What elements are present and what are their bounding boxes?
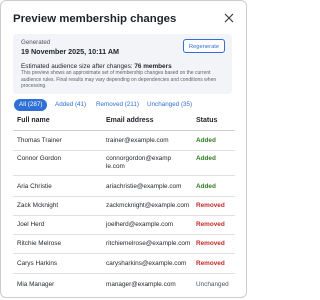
tab-added[interactable]: Added (41) xyxy=(55,99,86,111)
status-badge: Unchanged xyxy=(196,281,229,288)
row-email: carysharkins@example.com xyxy=(106,260,187,267)
close-icon[interactable] xyxy=(223,12,235,24)
table-row[interactable]: Aria Christie ariachristie@example.com A… xyxy=(13,176,235,197)
generated-date: 19 November 2025, 10:11 AM xyxy=(21,47,120,56)
table-row[interactable]: Zack Mcknight zackmcknight@example.com R… xyxy=(13,197,235,216)
tab-removed[interactable]: Removed (211) xyxy=(96,99,139,111)
row-name: Connor Gordon xyxy=(17,155,62,162)
status-badge: Removed xyxy=(196,202,225,209)
status-badge: Added xyxy=(196,183,216,190)
column-full-name: Full name xyxy=(17,117,50,124)
preview-membership-dialog: Preview membership changes Generated 19 … xyxy=(0,0,247,298)
row-email: ritchiemelrose@example.com xyxy=(106,240,191,247)
summary-panel: Generated 19 November 2025, 10:11 AM Reg… xyxy=(13,34,232,94)
row-name: Carys Harkins xyxy=(17,260,58,267)
table-row[interactable]: Ritchie Melrose ritchiemelrose@example.c… xyxy=(13,235,235,254)
preview-note: This preview shows an approximate set of… xyxy=(21,70,217,89)
column-email: Email address xyxy=(106,117,154,124)
estimate-prefix: Estimated audience size after changes: xyxy=(21,63,133,70)
status-badge: Removed xyxy=(196,260,225,267)
row-email: trainer@example.com xyxy=(106,137,169,144)
tab-all[interactable]: All (287) xyxy=(14,99,48,111)
row-name: Mia Manager xyxy=(17,281,55,288)
status-badge: Added xyxy=(196,137,216,144)
row-email: zackmcknight@example.com xyxy=(106,202,190,209)
estimate-text: Estimated audience size after changes: 7… xyxy=(21,63,172,70)
row-email: joelherd@example.com xyxy=(106,221,174,228)
table-header: Full name Email address Status xyxy=(13,115,235,129)
estimate-value: 76 members xyxy=(134,63,172,70)
row-email: ariachristie@example.com xyxy=(106,183,182,190)
row-name: Thomas Trainer xyxy=(17,137,62,144)
row-name: Zack Mcknight xyxy=(17,202,59,209)
table-row[interactable]: Connor Gordon connorgordon@example.com A… xyxy=(13,151,235,176)
dialog-title: Preview membership changes xyxy=(13,13,177,25)
status-badge: Removed xyxy=(196,221,225,228)
generated-label: Generated xyxy=(21,39,51,46)
row-name: Ritchie Melrose xyxy=(17,240,62,247)
regenerate-button[interactable]: Regenerate xyxy=(183,39,225,53)
tab-unchanged[interactable]: Unchanged (35) xyxy=(147,99,192,111)
row-email: connorgordon@example.com xyxy=(106,155,172,170)
status-badge: Removed xyxy=(196,240,225,247)
table-row[interactable]: Thomas Trainer trainer@example.com Added xyxy=(13,131,235,151)
table-row[interactable]: Joel Herd joelherd@example.com Removed xyxy=(13,216,235,235)
table-row[interactable]: Mia Manager manager@example.com Unchange… xyxy=(13,274,235,295)
table-row[interactable]: Carys Harkins carysharkins@example.com R… xyxy=(13,254,235,274)
row-name: Joel Herd xyxy=(17,221,45,228)
dialog-header: Preview membership changes xyxy=(13,11,236,27)
status-badge: Added xyxy=(196,155,216,162)
column-status: Status xyxy=(196,117,218,124)
row-email: manager@example.com xyxy=(106,281,176,288)
row-name: Aria Christie xyxy=(17,183,52,190)
